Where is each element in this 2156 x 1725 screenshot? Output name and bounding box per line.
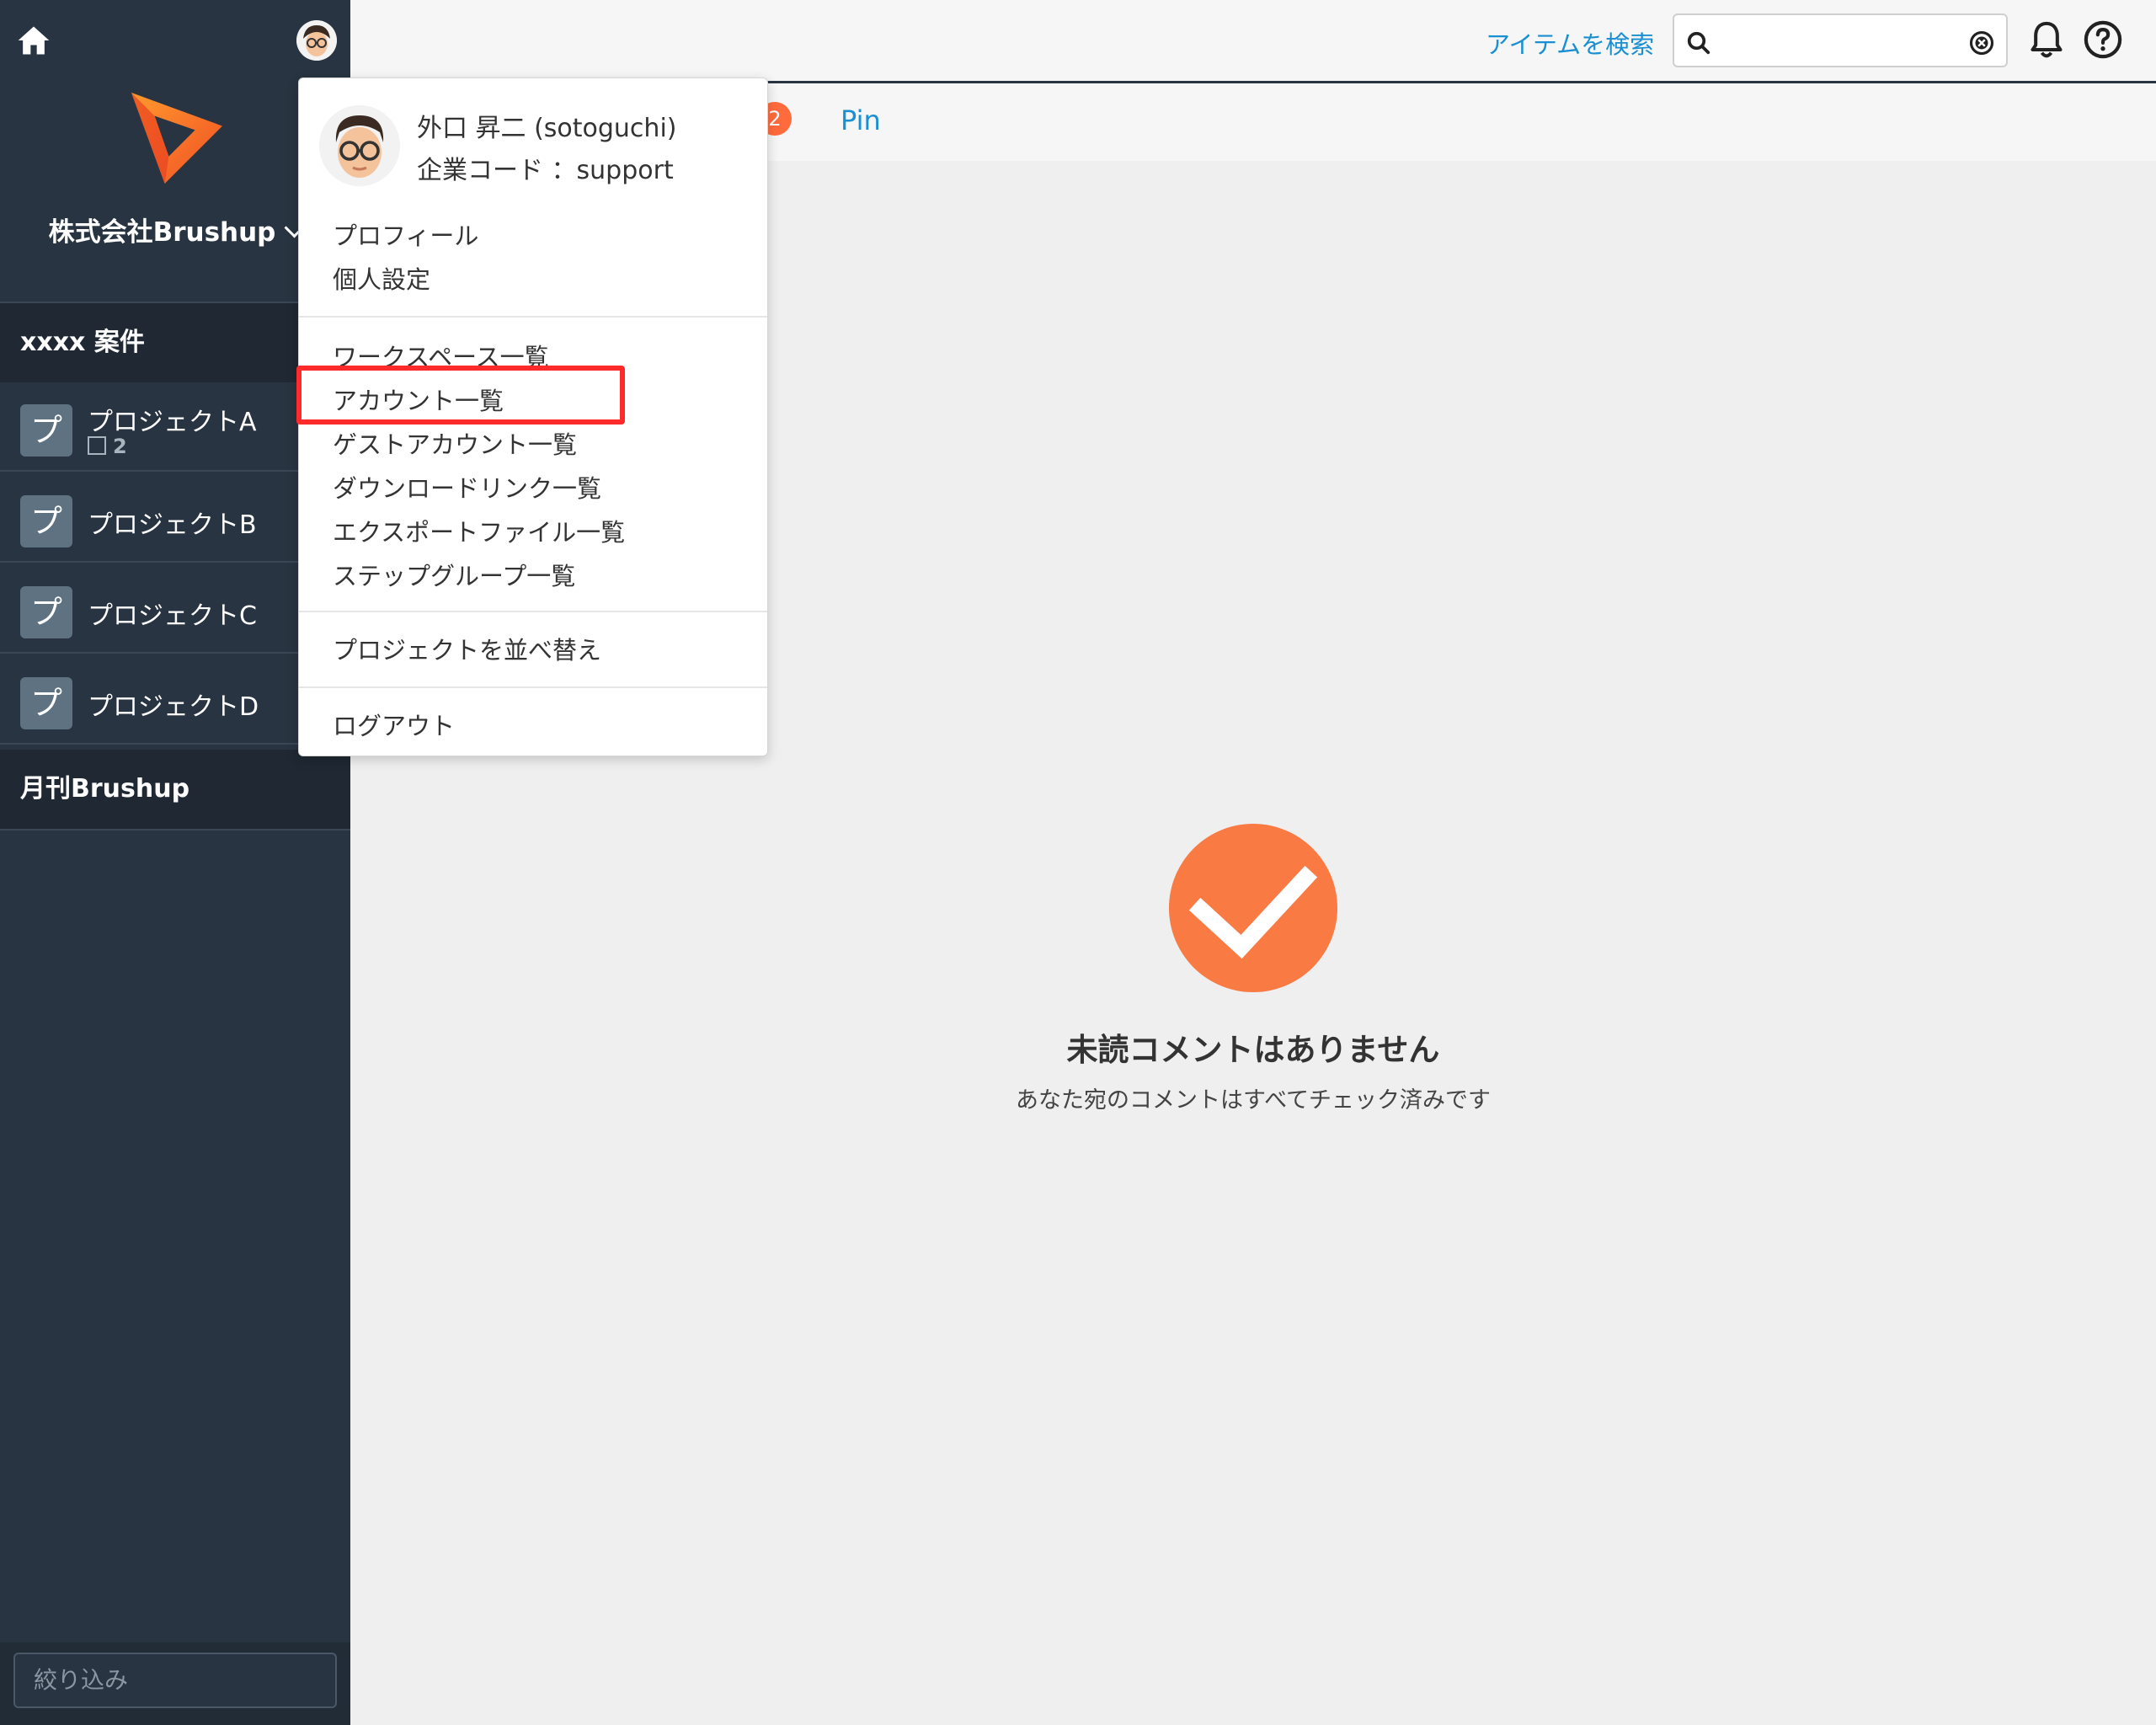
bell-icon[interactable] — [2028, 20, 2065, 61]
help-icon[interactable] — [2084, 20, 2122, 59]
project-name: プロジェクトD — [88, 692, 259, 722]
menu-divider — [299, 316, 767, 318]
menu-item-logout[interactable]: ログアウト — [333, 707, 455, 742]
search-items-link[interactable]: アイテムを検索 — [1486, 25, 1654, 61]
avatar-image — [296, 20, 337, 61]
menu-item-profile[interactable]: プロフィール — [333, 216, 478, 252]
menu-divider — [299, 686, 767, 688]
avatar — [319, 105, 400, 186]
project-name: プロジェクトA — [88, 408, 257, 437]
empty-state-subtitle: あなた宛のコメントはすべてチェック済みです — [1015, 1087, 1492, 1114]
highlight-annotation — [296, 366, 625, 425]
menu-item-step-group-list[interactable]: ステップグループ一覧 — [333, 557, 575, 592]
project-badge: プ — [20, 586, 72, 638]
tab-pin[interactable]: Pin — [841, 104, 881, 136]
filter-input[interactable]: 絞り込み — [13, 1653, 337, 1708]
checkbox-icon — [88, 436, 106, 455]
clear-search-icon[interactable] — [1969, 30, 1994, 56]
menu-item-guest-account-list[interactable]: ゲストアカウント一覧 — [333, 425, 577, 461]
workspace-section-header-2[interactable]: 月刊Brushup — [0, 750, 350, 829]
project-badge: プ — [20, 404, 72, 457]
company-name: 株式会社Brushup — [48, 217, 276, 248]
project-name: プロジェクトB — [88, 510, 257, 540]
search-input[interactable] — [1673, 13, 2008, 67]
brushup-logo — [131, 93, 222, 184]
filter-placeholder: 絞り込み — [34, 1666, 129, 1694]
menu-item-sort-projects[interactable]: プロジェクトを並べ替え — [333, 631, 601, 666]
menu-divider — [299, 611, 767, 612]
check-count-value: 2 — [113, 435, 127, 458]
divider — [0, 829, 350, 830]
project-badge: プ — [20, 677, 72, 729]
user-avatar-button[interactable] — [296, 20, 337, 61]
menu-item-export-file-list[interactable]: エクスポートファイル一覧 — [333, 513, 625, 548]
project-name: プロジェクトC — [88, 601, 257, 631]
menu-item-download-link-list[interactable]: ダウンロードリンク一覧 — [333, 469, 601, 505]
menu-item-personal-settings[interactable]: 個人設定 — [333, 260, 430, 296]
home-icon[interactable] — [15, 22, 52, 59]
workspace-section-title-2: 月刊Brushup — [20, 774, 190, 804]
search-icon — [1687, 31, 1710, 55]
top-bar: アイテムを検索 — [350, 0, 2156, 83]
empty-state-title: 未読コメントはありません — [1066, 1032, 1440, 1068]
workspace-section-title: xxxx 案件 — [20, 328, 145, 357]
check-icon — [1169, 824, 1337, 992]
project-badge: プ — [20, 495, 72, 547]
user-name: 外口 昇二 (sotoguchi) — [417, 114, 677, 143]
company-code: 企業コード ：support — [417, 156, 674, 185]
project-check-count: 2 — [88, 435, 127, 458]
